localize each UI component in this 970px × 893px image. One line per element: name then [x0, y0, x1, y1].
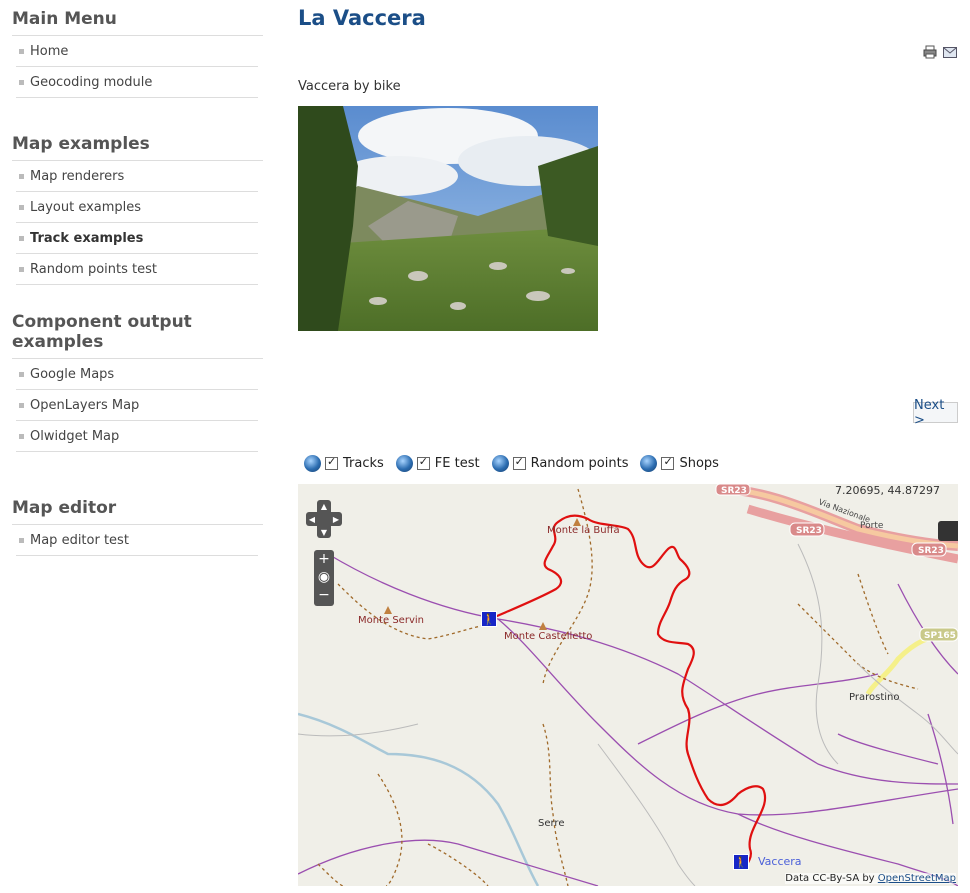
fe-test-checkbox[interactable]: [416, 455, 430, 470]
component-output-title: Component output examples: [12, 312, 263, 359]
shops-checkbox[interactable]: [661, 455, 675, 470]
bullet-icon: [19, 402, 24, 408]
peak-marker: [384, 606, 392, 614]
layer-label: Tracks: [343, 455, 384, 471]
menu-item-label: Random points test: [30, 261, 157, 277]
menu-item-label: Track examples: [30, 230, 144, 246]
menu-item-label: Map editor test: [30, 532, 129, 548]
menu-item-label: Map renderers: [30, 168, 125, 184]
map-canvas: SR23 SR23 SR23 SP165 Via Nazionale Porte: [298, 484, 958, 886]
component-output-module: Component output examples Google Maps Op…: [12, 312, 263, 452]
menu-item-geocoding[interactable]: Geocoding module: [16, 67, 258, 98]
place-label-porte: Porte: [860, 521, 884, 531]
map-examples-title: Map examples: [12, 125, 263, 161]
bullet-icon: [19, 433, 24, 439]
menu-item-track-examples[interactable]: Track examples: [16, 223, 258, 254]
bullet-icon: [19, 266, 24, 272]
label-monte-la-buffa: Monte la Buffa: [547, 525, 620, 536]
peak-marker: [539, 622, 547, 630]
track-line: [489, 514, 767, 870]
map-examples-module: Map examples Map renderers Layout exampl…: [12, 125, 263, 285]
map-view[interactable]: SR23 SR23 SR23 SP165 Via Nazionale Porte…: [298, 484, 958, 886]
layer-label: Random points: [530, 455, 629, 471]
layer-shops[interactable]: Shops: [640, 454, 719, 472]
random-points-checkbox[interactable]: [512, 455, 526, 470]
road-shield-sr23: SR23: [918, 546, 944, 556]
pan-right-icon[interactable]: ▶: [330, 512, 342, 526]
bullet-icon: [19, 537, 24, 543]
hiker-marker-icon[interactable]: 🚶: [733, 854, 749, 870]
main-menu-title: Main Menu: [12, 0, 263, 36]
layer-switcher-icon[interactable]: [938, 521, 958, 541]
menu-item-label: OpenLayers Map: [30, 397, 140, 413]
zoom-out-icon[interactable]: −: [314, 586, 334, 604]
email-icon[interactable]: [943, 47, 957, 58]
attribution-text: Data CC-By-SA by: [785, 873, 875, 884]
road-shield-sr23: SR23: [796, 526, 822, 536]
print-icon[interactable]: [923, 45, 937, 59]
main-menu-module: Main Menu Home Geocoding module: [12, 0, 263, 98]
label-prarostino: Prarostino: [849, 692, 900, 703]
pan-control[interactable]: ▲ ◀ ▶ ▼: [306, 500, 342, 538]
bullet-icon: [19, 48, 24, 54]
bullet-icon: [19, 79, 24, 85]
globe-icon: [491, 454, 509, 472]
label-serre: Serre: [538, 818, 565, 829]
menu-item-label: Google Maps: [30, 366, 115, 382]
bullet-icon: [19, 173, 24, 179]
globe-icon: [640, 454, 658, 472]
label-monte-servin: Monte Servin: [358, 615, 424, 626]
pan-center: [317, 512, 331, 526]
menu-item-layout-examples[interactable]: Layout examples: [16, 192, 258, 223]
menu-item-home[interactable]: Home: [16, 36, 258, 67]
layer-toggles: Tracks FE test Random points Shops: [304, 452, 731, 474]
bullet-icon: [19, 371, 24, 377]
menu-item-olwidget[interactable]: Olwidget Map: [16, 421, 258, 452]
pan-up-icon[interactable]: ▲: [317, 500, 331, 512]
road-shield-sr23: SR23: [721, 486, 747, 496]
hiker-marker-icon[interactable]: 🚶: [481, 611, 497, 627]
road-shield-sp165: SP165: [924, 631, 956, 641]
zoom-in-icon[interactable]: +: [314, 550, 334, 568]
coords-readout: 7.20695, 44.87297: [835, 484, 940, 497]
tracks-checkbox[interactable]: [325, 455, 338, 470]
bullet-icon: [19, 204, 24, 210]
zoom-control: + ◉ −: [314, 550, 334, 606]
menu-item-label: Geocoding module: [30, 74, 153, 90]
menu-item-label: Olwidget Map: [30, 428, 120, 444]
map-editor-module: Map editor Map editor test: [12, 489, 263, 556]
map-editor-title: Map editor: [12, 489, 263, 525]
menu-item-label: Home: [30, 43, 69, 59]
page-title: La Vaccera: [298, 6, 426, 30]
layer-fe-test[interactable]: FE test: [395, 454, 480, 472]
bullet-icon: [19, 235, 24, 241]
menu-item-map-renderers[interactable]: Map renderers: [16, 161, 258, 192]
menu-item-google-maps[interactable]: Google Maps: [16, 359, 258, 390]
label-vaccera: Vaccera: [758, 855, 802, 868]
layer-random-points[interactable]: Random points: [491, 454, 629, 472]
globe-icon: [304, 454, 321, 472]
next-button[interactable]: Next >: [913, 398, 958, 428]
layer-label: FE test: [434, 455, 480, 471]
layer-label: Shops: [679, 455, 719, 471]
mountain-photo: [298, 106, 598, 331]
menu-item-map-editor-test[interactable]: Map editor test: [16, 525, 258, 556]
menu-item-openlayers[interactable]: OpenLayers Map: [16, 390, 258, 421]
pan-down-icon[interactable]: ▼: [317, 526, 331, 538]
openstreetmap-link[interactable]: OpenStreetMap: [878, 873, 956, 884]
label-monte-castelletto: Monte Castelletto: [504, 631, 593, 642]
zoom-world-icon[interactable]: ◉: [314, 568, 334, 586]
layer-tracks[interactable]: Tracks: [304, 454, 384, 472]
map-attribution: Data CC-By-SA by OpenStreetMap: [785, 873, 956, 884]
globe-icon: [395, 454, 413, 472]
menu-item-label: Layout examples: [30, 199, 142, 215]
intro-text: Vaccera by bike: [298, 79, 401, 94]
menu-item-random-points[interactable]: Random points test: [16, 254, 258, 285]
